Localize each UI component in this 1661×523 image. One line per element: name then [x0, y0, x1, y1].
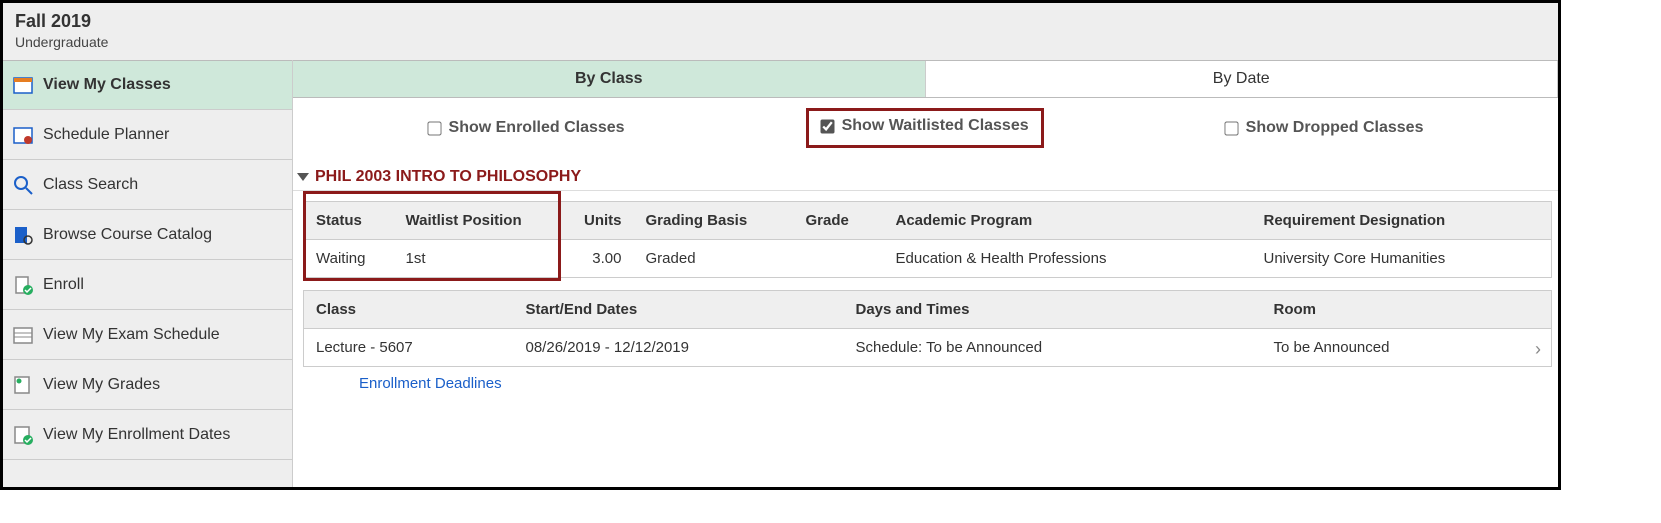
calendar-icon: [13, 75, 33, 95]
cell-units: 3.00: [564, 240, 634, 278]
sidebar-item-label: Class Search: [43, 176, 138, 194]
cell-dates: 08/26/2019 - 12/12/2019: [514, 329, 844, 367]
grades-icon: [13, 375, 33, 395]
col-class: Class: [304, 291, 514, 329]
table-header-row: Status Waitlist Position Units Grading B…: [304, 202, 1552, 240]
app-window: Fall 2019 Undergraduate View My Classes …: [0, 0, 1561, 490]
sidebar-item-label: View My Grades: [43, 376, 160, 394]
enrollment-deadlines-link[interactable]: Enrollment Deadlines: [359, 375, 502, 392]
sidebar-item-view-my-classes[interactable]: View My Classes: [3, 60, 292, 110]
schedule-table: Class Start/End Dates Days and Times Roo…: [303, 290, 1552, 367]
cell-room-text: To be Announced: [1274, 339, 1390, 356]
sidebar-item-enrollment-dates[interactable]: View My Enrollment Dates: [3, 410, 292, 460]
sidebar-item-label: Browse Course Catalog: [43, 226, 212, 244]
cell-program: Education & Health Professions: [884, 240, 1252, 278]
sidebar-item-browse-catalog[interactable]: Browse Course Catalog: [3, 210, 292, 260]
filter-label: Show Dropped Classes: [1246, 119, 1424, 137]
search-icon: [13, 175, 33, 195]
checkbox-enrolled[interactable]: [427, 121, 441, 135]
sidebar-item-enroll[interactable]: Enroll: [3, 260, 292, 310]
sidebar-item-view-grades[interactable]: View My Grades: [3, 360, 292, 410]
career-level: Undergraduate: [15, 34, 1546, 50]
sidebar-item-label: Schedule Planner: [43, 126, 169, 144]
col-reqdes: Requirement Designation: [1252, 202, 1552, 240]
term-title: Fall 2019: [15, 11, 1546, 32]
cell-grade: [794, 240, 884, 278]
cell-reqdes: University Core Humanities: [1252, 240, 1552, 278]
view-tabs: By Class By Date: [293, 61, 1558, 98]
col-dates: Start/End Dates: [514, 291, 844, 329]
col-waitlist: Waitlist Position: [394, 202, 564, 240]
table-row: Waiting 1st 3.00 Graded Education & Heal…: [304, 240, 1552, 278]
cell-status: Waiting: [304, 240, 394, 278]
table-header-row: Class Start/End Dates Days and Times Roo…: [304, 291, 1552, 329]
col-days: Days and Times: [844, 291, 1262, 329]
col-grading: Grading Basis: [634, 202, 794, 240]
sidebar-item-schedule-planner[interactable]: Schedule Planner: [3, 110, 292, 160]
sidebar-item-label: View My Exam Schedule: [43, 326, 220, 344]
checkbox-dropped[interactable]: [1224, 121, 1238, 135]
filter-label: Show Enrolled Classes: [449, 119, 625, 137]
page-header: Fall 2019 Undergraduate: [3, 3, 1558, 60]
col-grade: Grade: [794, 202, 884, 240]
collapse-triangle-icon[interactable]: [297, 173, 309, 181]
cell-grading: Graded: [634, 240, 794, 278]
sidebar-item-class-search[interactable]: Class Search: [3, 160, 292, 210]
col-units: Units: [564, 202, 634, 240]
filter-dropped[interactable]: Show Dropped Classes: [1217, 115, 1432, 141]
course-title: PHIL 2003 INTRO TO PHILOSOPHY: [315, 168, 581, 186]
cell-room: To be Announced ›: [1262, 329, 1552, 367]
planner-icon: [13, 125, 33, 145]
filter-waitlisted[interactable]: Show Waitlisted Classes: [806, 108, 1044, 148]
enrollment-table: Status Waitlist Position Units Grading B…: [303, 201, 1552, 278]
sidebar-item-exam-schedule[interactable]: View My Exam Schedule: [3, 310, 292, 360]
col-room: Room: [1262, 291, 1552, 329]
enrollment-deadlines-row: Enrollment Deadlines: [303, 367, 1552, 396]
cell-class: Lecture - 5607: [304, 329, 514, 367]
enroll-icon: [13, 275, 33, 295]
chevron-right-icon[interactable]: ›: [1535, 339, 1541, 360]
filter-enrolled[interactable]: Show Enrolled Classes: [420, 115, 633, 141]
checkbox-waitlisted[interactable]: [820, 119, 834, 133]
filter-row: Show Enrolled Classes Show Waitlisted Cl…: [293, 98, 1558, 158]
dates-icon: [13, 425, 33, 445]
col-program: Academic Program: [884, 202, 1252, 240]
sidebar-item-label: View My Classes: [43, 76, 171, 94]
main-content: By Class By Date Show Enrolled Classes S…: [293, 60, 1558, 490]
tab-by-class[interactable]: By Class: [293, 61, 926, 97]
catalog-icon: [13, 225, 33, 245]
sidebar-item-label: View My Enrollment Dates: [43, 426, 230, 444]
cell-days: Schedule: To be Announced: [844, 329, 1262, 367]
tab-by-date[interactable]: By Date: [926, 61, 1559, 97]
exam-icon: [13, 325, 33, 345]
col-status: Status: [304, 202, 394, 240]
table-row[interactable]: Lecture - 5607 08/26/2019 - 12/12/2019 S…: [304, 329, 1552, 367]
course-section-header: PHIL 2003 INTRO TO PHILOSOPHY: [293, 162, 1558, 191]
sidebar: View My Classes Schedule Planner Class S…: [3, 60, 293, 490]
cell-waitlist: 1st: [394, 240, 564, 278]
filter-label: Show Waitlisted Classes: [842, 117, 1029, 135]
sidebar-item-label: Enroll: [43, 276, 84, 294]
